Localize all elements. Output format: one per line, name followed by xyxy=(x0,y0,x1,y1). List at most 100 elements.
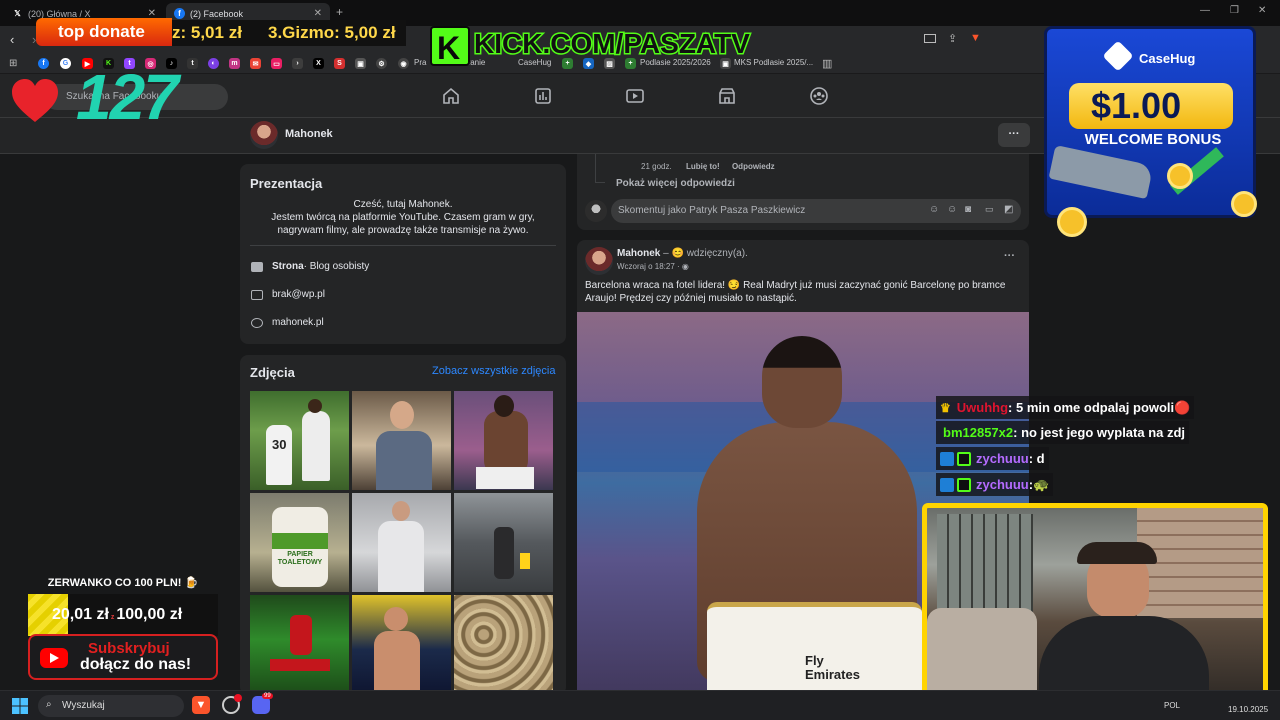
photo-thumb[interactable] xyxy=(352,493,451,592)
avatar[interactable] xyxy=(250,121,278,149)
goal-text: 20,01 zł z 100,00 zł xyxy=(52,606,182,624)
comment-meta: 21 godz. Lubię to! Odpowiedz xyxy=(641,162,775,171)
bookmark-globe-icon[interactable]: ◉ xyxy=(398,58,409,69)
pistol-image xyxy=(1048,144,1154,200)
sticker-sheet-icon[interactable]: ◩ xyxy=(1004,204,1013,215)
tab-label: (2) Facebook xyxy=(190,8,244,19)
new-tab-button[interactable]: + xyxy=(336,5,343,19)
bookmark-s-icon[interactable]: S xyxy=(334,58,345,69)
bookmark-x-icon[interactable]: X xyxy=(313,58,324,69)
goal-current: 20,01 zł xyxy=(52,606,109,623)
bookmark-label[interactable]: Pra xyxy=(414,58,426,67)
mail-icon xyxy=(251,289,263,300)
chat-message: bm12857x2 : no jest jego wyplata na zdj xyxy=(936,421,1190,444)
top-donate-label: top donate xyxy=(58,22,145,41)
avatar xyxy=(585,200,607,222)
post-author[interactable]: Mahonek xyxy=(617,248,660,259)
brave-taskbar-icon[interactable]: ▼ xyxy=(192,696,210,714)
groups-icon[interactable] xyxy=(809,86,829,106)
minimize-button[interactable]: — xyxy=(1200,5,1210,16)
taskbar: ⌕ Wyszukaj ▼ 99 POL 19.10.2025 xyxy=(0,690,1280,720)
kick-url: KICK.COM/PASZATV xyxy=(474,28,750,59)
input-language[interactable]: POL xyxy=(1164,701,1180,710)
coin-icon xyxy=(1167,163,1193,189)
camera-icon[interactable]: ◙ xyxy=(965,204,971,215)
window-blinds xyxy=(937,514,1033,614)
chat-message: zychuuu : 🐢 xyxy=(936,473,1054,496)
profile-name[interactable]: Mahonek xyxy=(285,128,333,140)
avatar[interactable] xyxy=(585,247,613,275)
maximize-button[interactable]: ❐ xyxy=(1230,5,1239,16)
photo-thumb[interactable] xyxy=(454,391,553,490)
subscriber-badge-icon xyxy=(940,477,954,492)
post-time[interactable]: Wczoraj o 18:27 · xyxy=(617,262,682,271)
more-options-button[interactable]: ··· xyxy=(998,123,1030,147)
emoji-icon[interactable]: ☺ xyxy=(947,204,957,215)
casehug-brand: CaseHug xyxy=(1139,51,1196,66)
bookmark-google-icon[interactable]: G xyxy=(60,58,71,69)
post-options-button[interactable]: ··· xyxy=(1004,250,1015,262)
coin-icon xyxy=(1057,207,1087,237)
divider xyxy=(250,245,556,246)
cast-icon[interactable] xyxy=(924,34,936,43)
page-label[interactable]: Strona xyxy=(272,261,304,272)
intro-page-row: Strona · Blog osobisty xyxy=(251,261,369,272)
donor-entry: z: 5,01 zł xyxy=(172,23,242,42)
comment-reply-link[interactable]: Odpowiedz xyxy=(732,162,775,171)
sticker-icon[interactable]: ☺ xyxy=(929,204,939,215)
intro-bio: Cześć, tutaj Mahonek. Jestem twórcą na p… xyxy=(271,199,535,236)
casehug-ad: CaseHug $1.00 WELCOME BONUS xyxy=(1044,26,1257,237)
apps-grid-icon[interactable]: ⊞ xyxy=(9,58,17,69)
photo-thumb[interactable]: PAPIER TOALETOWY xyxy=(250,493,349,592)
chat-username: zychuuu xyxy=(976,477,1029,492)
email[interactable]: brak@wp.pl xyxy=(272,289,325,300)
bookmark-tip-icon[interactable]: t xyxy=(187,58,198,69)
chat-text: : d xyxy=(1028,451,1045,466)
search-icon: ⌕ xyxy=(46,699,52,710)
window-close-button[interactable]: ✕ xyxy=(1258,5,1266,16)
goal-target: 100,00 zł xyxy=(116,606,183,623)
windows-start-icon[interactable] xyxy=(12,698,28,714)
taskbar-search-input[interactable]: ⌕ Wyszukaj xyxy=(38,695,184,717)
bookmark-arrow-icon[interactable]: › xyxy=(292,58,303,69)
bookmark-pink-icon[interactable]: ▭ xyxy=(271,58,282,69)
bookmark-box-icon[interactable]: ▣ xyxy=(355,58,366,69)
video-icon[interactable] xyxy=(625,86,645,106)
share-icon[interactable]: ⇪ xyxy=(948,32,957,45)
comment-input[interactable]: Skomentuj jako Patryk Pasza Paszkiewicz … xyxy=(611,199,1021,223)
marketplace-icon[interactable] xyxy=(717,86,737,106)
coin-icon xyxy=(1231,191,1257,217)
comment-like-link[interactable]: Lubię to! xyxy=(686,162,720,171)
photo-thumb[interactable] xyxy=(454,493,553,592)
feeds-icon[interactable] xyxy=(533,86,553,106)
notification-dot xyxy=(234,694,242,702)
see-all-photos-link[interactable]: Zobacz wszystkie zdjęcia xyxy=(432,365,556,377)
more-replies-link[interactable]: Pokaż więcej odpowiedzi xyxy=(616,178,735,189)
link-icon xyxy=(251,317,263,328)
website[interactable]: mahonek.pl xyxy=(272,317,324,328)
taskbar-date[interactable]: 19.10.2025 xyxy=(1228,705,1268,714)
photo-thumb[interactable] xyxy=(352,595,451,694)
photo-thumb[interactable] xyxy=(454,595,553,694)
jersey-number: 30 xyxy=(272,437,287,452)
bookmark-gear-icon[interactable]: ⚙ xyxy=(376,58,387,69)
kick-badge-icon xyxy=(957,477,971,492)
comment-placeholder: Skomentuj jako Patryk Pasza Paszkiewicz xyxy=(618,205,806,216)
bookmark-circle-icon[interactable]: ◐ xyxy=(208,58,219,69)
bookmark-mail-icon[interactable]: ✉ xyxy=(250,58,261,69)
close-icon[interactable]: ✕ xyxy=(314,8,322,19)
bookmark-facebook-icon[interactable]: f xyxy=(38,58,49,69)
bookmark-folder-icon[interactable]: ▥ xyxy=(822,57,832,70)
gif-icon[interactable]: ▭ xyxy=(985,204,994,215)
chat-message: zychuuu : d xyxy=(936,447,1049,470)
photo-thumb[interactable] xyxy=(352,391,451,490)
chat-text: : 5 min ome odpalaj powoli xyxy=(1008,400,1175,415)
intro-title: Prezentacja xyxy=(250,176,323,191)
photo-thumb[interactable]: 30 xyxy=(250,391,349,490)
back-icon[interactable]: ‹ xyxy=(10,32,14,47)
bookmark-m-icon[interactable]: m xyxy=(229,58,240,69)
casehug-logo-icon xyxy=(1102,40,1134,72)
home-icon[interactable] xyxy=(441,86,461,106)
brave-shield-icon[interactable]: ▼ xyxy=(970,32,981,44)
photo-thumb[interactable] xyxy=(250,595,349,694)
